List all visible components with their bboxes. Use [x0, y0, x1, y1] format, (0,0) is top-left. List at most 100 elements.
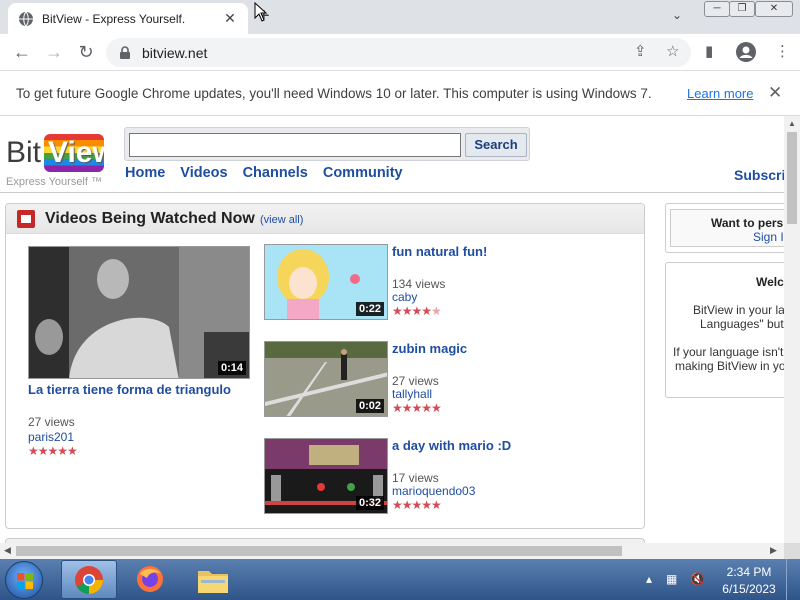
featured-video-views: 27 views: [28, 415, 75, 429]
nav-videos[interactable]: Videos: [180, 165, 227, 181]
nav-community[interactable]: Community: [323, 165, 403, 181]
scroll-left-icon[interactable]: ◀: [4, 545, 11, 556]
featured-video-thumbnail[interactable]: 0:14: [28, 246, 250, 379]
tab-search-icon[interactable]: ⌄: [672, 8, 682, 22]
forward-arrow-icon[interactable]: →: [44, 42, 64, 62]
scroll-right-icon[interactable]: ▶: [770, 545, 777, 556]
firefox-icon: [137, 566, 163, 592]
infobar-message: To get future Google Chrome updates, you…: [16, 85, 652, 101]
learn-more-link[interactable]: Learn more: [687, 86, 753, 101]
search-bar: Search: [124, 127, 530, 161]
vertical-scroll-thumb[interactable]: [787, 132, 797, 224]
profile-avatar-icon[interactable]: [736, 42, 756, 62]
show-desktop-button[interactable]: [786, 559, 800, 600]
logo-bit-text: Bit: [6, 136, 42, 169]
clock-date[interactable]: 6/15/2023: [720, 582, 778, 596]
video-duration: 0:14: [217, 361, 246, 375]
kebab-menu-icon[interactable]: ⋮: [775, 42, 790, 60]
featured-video-title[interactable]: La tierra tiene forma de triangulo: [28, 382, 231, 397]
windows-taskbar: ▴ ▦ 🔇 2:34 PM 6/15/2023: [0, 559, 800, 600]
view-all-link[interactable]: (view all): [260, 214, 303, 226]
network-icon[interactable]: ▦: [666, 572, 677, 586]
side-panel-icon[interactable]: ▮: [705, 42, 713, 60]
rating-stars: ★★★★★: [28, 444, 78, 458]
video-duration: 0:02: [355, 399, 384, 413]
video-title[interactable]: fun natural fun!: [392, 244, 487, 259]
rating-stars: ★★★★★: [392, 304, 442, 318]
volume-muted-icon[interactable]: 🔇: [690, 572, 705, 586]
video-duration: 0:32: [355, 496, 384, 510]
welcome-text: making BitView in yo: [675, 359, 784, 373]
show-hidden-icons-icon[interactable]: ▴: [646, 572, 652, 586]
scroll-corner: [784, 543, 800, 559]
panel-header: Videos Being Watched Now (view all): [6, 204, 644, 234]
signin-box: Want to pers Sign I: [665, 203, 784, 253]
start-button[interactable]: [5, 561, 43, 599]
vertical-scrollbar[interactable]: ▲: [784, 116, 800, 543]
share-icon[interactable]: ⇪: [634, 42, 647, 60]
logo-view-text: View: [48, 136, 104, 169]
signin-link[interactable]: Sign I: [753, 230, 784, 244]
nav-channels[interactable]: Channels: [243, 165, 308, 181]
video-user[interactable]: marioquendo03: [392, 484, 475, 498]
scroll-up-icon[interactable]: ▲: [788, 119, 796, 128]
taskbar-firefox[interactable]: [123, 560, 179, 599]
update-infobar: To get future Google Chrome updates, you…: [0, 71, 800, 116]
site-nav: Home Videos Channels Community: [125, 165, 418, 181]
chrome-icon: [75, 566, 103, 594]
video-icon: [17, 210, 35, 228]
video-thumbnail[interactable]: 0:32: [264, 438, 388, 514]
minimize-button[interactable]: ─: [704, 1, 730, 17]
web-page: Bit View Express Yourself ™ Search Home …: [0, 116, 784, 543]
horizontal-scrollbar[interactable]: ◀ ▶: [0, 543, 784, 559]
subscriptions-link[interactable]: Subscrip: [734, 167, 784, 183]
windows-logo-icon: [17, 573, 33, 589]
infobar-close-icon[interactable]: ✕: [768, 83, 782, 103]
address-bar[interactable]: bitview.net: [106, 38, 691, 67]
taskbar-chrome[interactable]: [61, 560, 117, 599]
video-title[interactable]: zubin magic: [392, 341, 467, 356]
clock-time[interactable]: 2:34 PM: [724, 565, 774, 579]
tab-close-icon[interactable]: ✕: [222, 10, 238, 27]
video-duration: 0:22: [355, 302, 384, 316]
rating-stars: ★★★★★: [392, 401, 442, 415]
search-button[interactable]: Search: [465, 133, 527, 157]
signin-prompt: Want to pers: [711, 216, 784, 230]
url-text: bitview.net: [142, 44, 208, 61]
window-close-button[interactable]: ✕: [755, 1, 793, 17]
video-item: 0:22 fun natural fun! 134 views caby ★★★…: [264, 244, 644, 320]
video-views: 17 views: [392, 471, 439, 485]
folder-icon: [198, 571, 228, 593]
rating-stars: ★★★★★: [392, 498, 442, 512]
horizontal-scroll-thumb[interactable]: [16, 546, 622, 556]
video-user[interactable]: tallyhall: [392, 387, 432, 401]
video-title[interactable]: a day with mario :D: [392, 438, 511, 453]
welcome-text: If your language isn't: [673, 345, 784, 359]
restore-button[interactable]: ❐: [729, 1, 755, 17]
logo-tagline: Express Yourself ™: [6, 176, 102, 188]
taskbar-explorer[interactable]: [185, 560, 241, 599]
browser-tab-active[interactable]: BitView - Express Yourself. ✕: [8, 3, 248, 34]
video-user[interactable]: caby: [392, 290, 417, 304]
video-item: 0:32 a day with mario :D 17 views marioq…: [264, 438, 644, 514]
bitview-logo[interactable]: Bit View Express Yourself ™: [6, 126, 106, 188]
video-thumbnail[interactable]: 0:02: [264, 341, 388, 417]
welcome-text: BitView in your la: [693, 303, 784, 317]
nav-home[interactable]: Home: [125, 165, 165, 181]
globe-icon: [19, 11, 33, 26]
panel-title: Videos Being Watched Now: [45, 210, 255, 227]
back-arrow-icon[interactable]: ←: [12, 42, 32, 62]
bookmark-star-icon[interactable]: ☆: [666, 42, 679, 60]
featured-video-user[interactable]: paris201: [28, 430, 74, 444]
search-input[interactable]: [129, 133, 461, 157]
mouse-cursor-icon: [254, 2, 268, 22]
header-divider: [0, 192, 784, 193]
welcome-title: Welc: [756, 275, 784, 289]
video-views: 27 views: [392, 374, 439, 388]
video-views: 134 views: [392, 277, 446, 291]
tab-title: BitView - Express Yourself.: [42, 11, 186, 26]
video-thumbnail[interactable]: 0:22: [264, 244, 388, 320]
reload-icon[interactable]: ↻: [76, 42, 96, 62]
logo-view-badge: View: [44, 134, 104, 172]
browser-tabstrip: BitView - Express Yourself. ✕ + ⌄ ─ ❐ ✕: [0, 0, 800, 34]
